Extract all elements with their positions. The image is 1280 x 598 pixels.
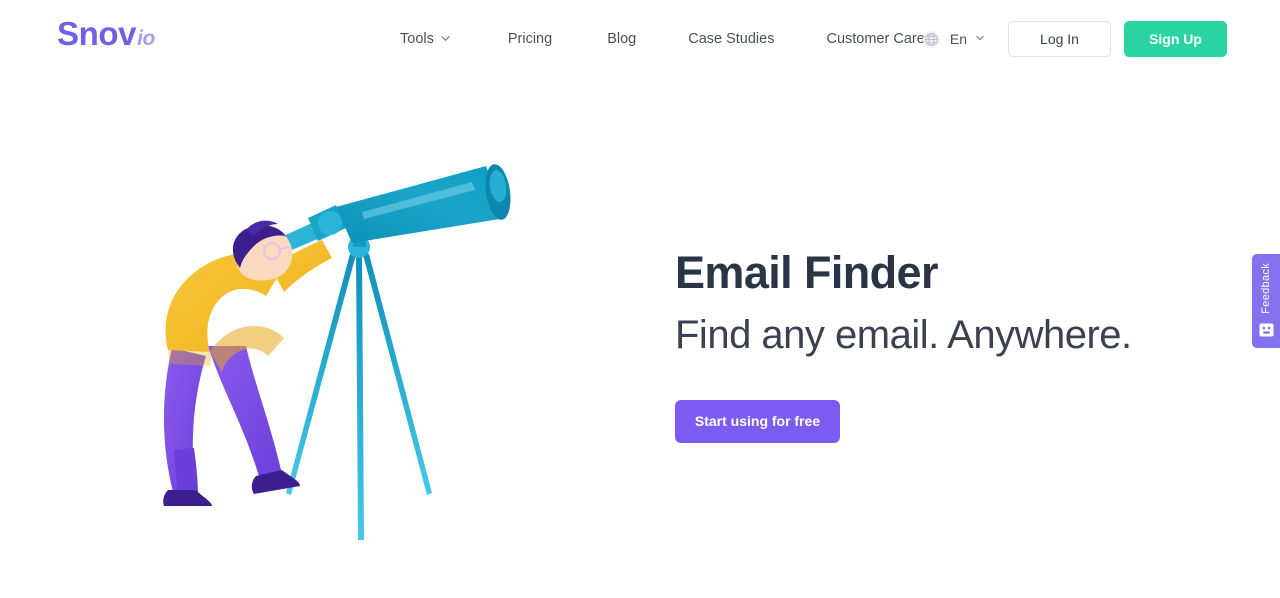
logo-suffix-text: io: [137, 27, 155, 50]
man-looking-through-telescope-illustration: [163, 164, 511, 540]
telescope-barrel: [336, 166, 506, 243]
feedback-tab[interactable]: Feedback: [1252, 254, 1280, 348]
hero-subtitle: Find any email. Anywhere.: [675, 312, 1132, 357]
nav-item-label: Case Studies: [688, 31, 775, 47]
nav-item-pricing[interactable]: Pricing: [508, 27, 552, 51]
nav-item-label: Customer Care: [826, 31, 925, 47]
main-navigation: Tools Pricing Blog Case Studies Customer…: [400, 27, 925, 51]
nav-item-label: Tools: [400, 31, 434, 47]
site-header: Snov io Tools Pricing Blog Case Studies C…: [0, 0, 1280, 78]
sign-up-button[interactable]: Sign Up: [1124, 21, 1227, 57]
chevron-down-icon: [441, 34, 450, 43]
header-actions: En Log In Sign Up: [922, 21, 1227, 57]
telescope-focus-knob: [318, 211, 342, 235]
hero-content: Email Finder Find any email. Anywhere. S…: [675, 248, 1195, 443]
nav-item-label: Blog: [607, 31, 637, 47]
chevron-down-icon: [976, 34, 984, 42]
language-label: En: [949, 31, 967, 47]
globe-icon: [922, 30, 941, 49]
hero-illustration: [150, 150, 550, 550]
page-root: Snov io Tools Pricing Blog Case Studies C…: [0, 0, 1280, 598]
logo[interactable]: Snov io: [57, 17, 155, 50]
smiley-face-icon: [1259, 323, 1274, 337]
feedback-label: Feedback: [1259, 263, 1272, 314]
page-title: Email Finder: [675, 247, 938, 298]
nav-item-case-studies[interactable]: Case Studies: [688, 27, 774, 51]
language-selector[interactable]: En: [922, 30, 984, 49]
start-using-for-free-button[interactable]: Start using for free: [675, 399, 840, 443]
nav-item-customer-care[interactable]: Customer Care: [826, 27, 924, 51]
nav-item-label: Pricing: [507, 31, 553, 47]
log-in-button[interactable]: Log In: [1008, 21, 1111, 57]
nav-item-tools[interactable]: Tools: [400, 27, 450, 51]
telescope-tripod-legs: [286, 251, 432, 540]
logo-primary-text: Snov: [57, 15, 137, 52]
nav-item-blog[interactable]: Blog: [607, 27, 636, 51]
